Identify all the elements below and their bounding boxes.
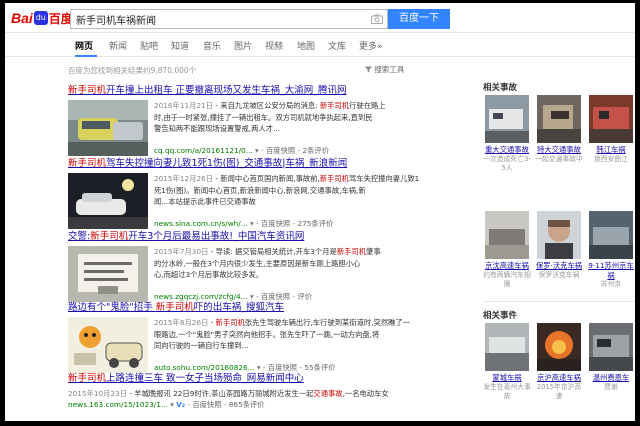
related-thumbnail[interactable] [589,95,633,143]
related-thumbnail[interactable] [485,95,529,143]
tab-zhidao[interactable]: 知道 [171,39,189,52]
reviews-link[interactable]: 2条评价 [302,146,329,155]
result-thumbnail[interactable] [68,100,148,156]
result-snippet: 2015年12月26日 - 新闻中心首页国内新闻,事故前,新手司机驾车失控撞向妻… [154,174,420,207]
active-tab-indicator [75,55,97,57]
related-name[interactable]: 京沪高速车祸 [535,373,583,383]
search-box[interactable] [70,9,388,29]
related-thumbnail[interactable] [485,323,529,371]
result-count: 百度为您找到相关结果约9,870,000个 [68,66,197,75]
search-result: 交警:新手司机开车3个月后最易出事故!_中国汽车资讯网 2015年7月30日 -… [68,228,458,306]
tab-tieba[interactable]: 贴吧 [140,39,158,52]
result-title-link[interactable]: 新手司机开车撞上出租车 正要撤离现场又发生车祸_大渝网_腾讯网 [68,82,458,96]
related-item[interactable]: 9·11苏州京车祸 苏州京 [587,211,635,289]
search-tools-label: 搜索工具 [374,65,405,74]
result-snippet: 2015年10月23日 - 羊城晚报讯 22日9时许,茶山茶园路万丽城附近发生一… [68,389,389,398]
reviews-link[interactable]: 275条评价 [297,219,333,228]
nav-tabs: 网页 新闻 贴吧 知道 音乐 图片 视频 地图 文库 更多» [5,33,635,57]
related-item[interactable]: 蒙城车祸 发生在亳州大事故 [483,323,531,401]
logo-text-bai: Bai [11,10,33,26]
result-url[interactable]: cq.qq.com/a/20161121/0... [154,146,253,155]
related-desc: 发生在亳州大事故 [483,382,531,400]
tab-wenku[interactable]: 文库 [328,39,346,52]
related-thumbnail[interactable] [485,211,529,259]
browser-page: Bai du 百度 百度一下 网页 新闻 贴吧 知道 音乐 图片 视频 地图 文… [5,3,635,421]
result-snippet: 2016年11月21日 - 来自九龙坡区公安分局的消息: 新手司机行驶在路上 时… [154,101,386,134]
snapshot-link[interactable]: 百度快照 [266,146,295,155]
tab-video[interactable]: 视频 [265,39,283,52]
result-thumbnail[interactable] [68,173,148,229]
related-desc: 一次造成死亡3-5人 [483,154,531,172]
result-thumbnail[interactable] [68,317,148,373]
tab-map[interactable]: 地图 [297,39,315,52]
paw-icon: du [33,11,48,25]
baidu-logo[interactable]: Bai du 百度 [11,10,73,26]
search-result: 新手司机开车撞上出租车 正要撤离现场又发生车祸_大渝网_腾讯网 2016年11月… [68,82,458,160]
search-result: 新手司机驾车失控撞向妻儿致1死1伤(图)_交通事故|车祸_新浪新闻 2015年1… [68,155,458,233]
related-name[interactable]: 重大交通事故 [483,145,531,155]
related-name[interactable]: 特大交通事故 [535,145,583,155]
result-snippet: 2015年7月30日 - 导读: 据交管局相关统计,开车3个月是新手司机肇事 的… [154,247,381,280]
tab-web[interactable]: 网页 [75,39,93,52]
reviews-link[interactable]: 865条评价 [229,400,265,409]
related-name[interactable]: 保罗·沃克车祸 [535,261,583,271]
funnel-icon [365,66,372,73]
related-thumbnail[interactable] [537,211,581,259]
search-result: 路边有个"鬼脸"招手 新手司机吓的出车祸_搜狐汽车 2015年8月26日 - 新… [68,299,458,377]
verified-v-icon: V₂ [176,399,186,409]
related-item[interactable]: 京沪高速车祸 2015年京沪高速 [535,323,583,401]
related-thumbnail[interactable] [537,323,581,371]
related-desc: 费谢 [604,382,618,391]
related-item[interactable]: 京沈高速车祸 约有两辆汽车相撞 [483,211,531,289]
snapshot-link[interactable]: 百度快照 [261,219,290,228]
snapshot-link[interactable]: 百度快照 [192,400,221,409]
related-desc: 旅西安曲江 [594,154,628,163]
related-accidents-title: 相关事故 [483,83,518,93]
related-name[interactable]: 9·11苏州京车祸 [587,261,635,280]
related-item[interactable]: 重大交通事故 一次造成死亡3-5人 [483,95,531,173]
related-item[interactable]: 温州费恩车 费谢 [587,323,635,392]
search-tools-button[interactable]: 搜索工具 [365,64,404,75]
related-name[interactable]: 韩江车祸 [587,145,635,155]
result-url[interactable]: news.163.com/15/1023/1... [68,400,168,409]
camera-icon[interactable] [371,14,383,24]
result-title-link[interactable]: 新手司机驾车失控撞向妻儿致1死1伤(图)_交通事故|车祸_新浪新闻 [68,155,458,169]
related-item[interactable]: 特大交通事故 一起交通事故中 [535,95,583,164]
result-title-link[interactable]: 交警:新手司机开车3个月后最易出事故!_中国汽车资讯网 [68,228,458,242]
result-snippet: 2015年8月26日 - 新手司机张先生驾驶车辆出行,车行驶到某街道时,突然瞧了… [154,318,411,351]
related-thumbnail[interactable] [589,323,633,371]
search-result: 新手司机上路连撞三车 致一女子当场殒命_网易新闻中心 2015年10月23日 -… [68,370,458,410]
search-input[interactable] [76,12,366,26]
related-item[interactable]: 韩江车祸 旅西安曲江 [587,95,635,164]
tab-more[interactable]: 更多» [359,39,383,52]
related-desc: 保罗沃克车祸 [538,270,580,279]
tab-images[interactable]: 图片 [234,39,252,52]
result-url[interactable]: news.sina.com.cn/s/wh/... [154,219,248,228]
related-desc: 一起交通事故中 [535,154,583,163]
result-thumbnail[interactable] [68,246,148,302]
result-title-link[interactable]: 新手司机上路连撞三车 致一女子当场殒命_网易新闻中心 [68,370,458,384]
related-desc: 2015年京沪高速 [536,382,582,400]
related-name[interactable]: 京沈高速车祸 [483,261,531,271]
tab-news[interactable]: 新闻 [109,39,127,52]
header: Bai du 百度 百度一下 [5,3,635,33]
related-thumbnail[interactable] [537,95,581,143]
related-name[interactable]: 蒙城车祸 [483,373,531,383]
related-desc: 约有两辆汽车相撞 [483,270,531,288]
related-events-title: 相关事件 [483,311,518,321]
result-meta: news.163.com/15/1023/1... ▾ V₂ - 百度快照 - … [68,399,265,409]
section-divider [483,301,635,302]
search-button[interactable]: 百度一下 [388,9,450,29]
tab-music[interactable]: 音乐 [203,39,221,52]
related-item[interactable]: 保罗·沃克车祸 保罗沃克车祸 [535,211,583,280]
result-title-link[interactable]: 路边有个"鬼脸"招手 新手司机吓的出车祸_搜狐汽车 [68,299,458,313]
related-desc: 苏州京 [600,280,622,288]
related-thumbnail[interactable] [589,211,633,259]
related-name[interactable]: 温州费恩车 [587,373,635,383]
